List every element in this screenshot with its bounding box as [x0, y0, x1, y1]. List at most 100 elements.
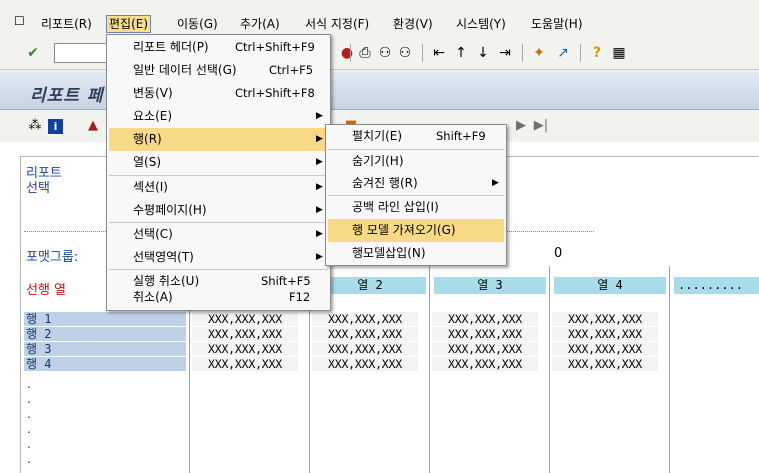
row-label[interactable]: 행 1 [24, 312, 186, 326]
menu-item-horizontal-page[interactable]: 수평페이지(H) ▶ [109, 199, 328, 222]
menu-item-label: 변동(V) [133, 86, 173, 100]
menu-system[interactable]: 시스템(Y) [454, 15, 508, 33]
table-cell[interactable]: XXX,XXX,XXX [312, 357, 418, 371]
menu-item-column[interactable]: 열(S) ▶ [109, 151, 328, 174]
menu-item-label: 숨겨진 행(R) [352, 176, 418, 190]
menu-item-label: 행(R) [133, 132, 162, 146]
column-header[interactable]: 열 3 [434, 277, 546, 294]
menu-item-shortcut: Shift+F9 [436, 129, 486, 143]
submenu-item-expand[interactable]: 펼치기(E) Shift+F9 [328, 125, 504, 148]
menu-item-label: 요소(E) [133, 109, 173, 123]
table-cell[interactable]: XXX,XXX,XXX [192, 312, 298, 326]
continuation-dot: . [27, 452, 31, 466]
menu-item-label: 열(S) [133, 155, 162, 169]
next-arrow-icon[interactable]: ▶ [512, 117, 530, 135]
menu-help[interactable]: 도움말(H) [529, 15, 585, 33]
page-title: 리포트 페 [30, 86, 104, 106]
menu-item-shortcut: Ctrl+Shift+F9 [235, 40, 315, 54]
submenu-item-insert-row-model[interactable]: 행모델삽입(N) [328, 242, 504, 265]
previous-page-icon[interactable]: ↑ [452, 44, 470, 62]
stamp-icon[interactable]: ▲ [84, 117, 102, 135]
row-label[interactable]: 행 4 [24, 357, 186, 371]
layout-menu-icon[interactable]: ▦ [610, 44, 628, 62]
menu-settings[interactable]: 환경(V) [391, 15, 435, 33]
menu-item-section[interactable]: 섹션(I) ▶ [109, 176, 328, 199]
table-cell[interactable]: XXX,XXX,XXX [312, 342, 418, 356]
info-icon[interactable]: i [48, 119, 63, 134]
submenu-arrow-icon: ▶ [316, 134, 323, 144]
submenu-arrow-icon: ▶ [316, 182, 323, 192]
menu-item-general-data-selection[interactable]: 일반 데이터 선택(G) Ctrl+F5 [109, 59, 328, 82]
continuation-dot: . [27, 437, 31, 451]
submenu-item-hidden-rows[interactable]: 숨겨진 행(R) ▶ [328, 172, 504, 195]
last-page-icon[interactable]: ⇥ [496, 44, 514, 62]
menu-item-element[interactable]: 요소(E) ▶ [109, 105, 328, 128]
menu-item-label: 숨기기(H) [352, 154, 404, 168]
format-group-label: 포맷그룹: [26, 250, 79, 265]
menu-item-shortcut: F12 [289, 290, 311, 304]
table-cell[interactable]: XXX,XXX,XXX [552, 327, 658, 341]
column-divider [429, 266, 430, 473]
table-cell[interactable]: XXX,XXX,XXX [432, 312, 538, 326]
menu-item-variation[interactable]: 변동(V) Ctrl+Shift+F8 [109, 82, 328, 105]
table-cell[interactable]: XXX,XXX,XXX [312, 312, 418, 326]
menu-item-shortcut: Ctrl+Shift+F8 [235, 86, 315, 100]
last-arrow-icon[interactable]: ▶| [532, 117, 550, 135]
next-page-icon[interactable]: ↓ [474, 44, 492, 62]
table-cell[interactable]: XXX,XXX,XXX [432, 342, 538, 356]
menu-item-cancel[interactable]: 취소(A) F12 [109, 286, 328, 309]
table-cell[interactable]: XXX,XXX,XXX [552, 342, 658, 356]
menu-format[interactable]: 서식 지정(F) [303, 15, 371, 33]
table-cell[interactable]: XXX,XXX,XXX [192, 327, 298, 341]
format-group-value: 0 [554, 246, 563, 261]
submenu-item-insert-blank-line[interactable]: 공백 라인 삽입(I) [328, 196, 504, 219]
system-menu-icon[interactable]: ☐ [14, 15, 27, 28]
menu-item-label: 취소(A) [133, 290, 173, 304]
print-icon[interactable]: ⎙ [356, 44, 374, 62]
find-next-icon[interactable]: ⚇ [396, 44, 414, 62]
submenu-item-get-row-model[interactable]: 행 모델 가져오기(G) [328, 219, 504, 242]
submenu-arrow-icon: ▶ [316, 229, 323, 239]
new-session-icon[interactable]: ✦ [530, 44, 548, 62]
column-header[interactable]: ......... [674, 277, 759, 294]
table-cell[interactable]: XXX,XXX,XXX [552, 357, 658, 371]
submenu-arrow-icon: ▶ [316, 205, 323, 215]
menu-item-label: 펼치기(E) [352, 129, 403, 143]
menu-goto[interactable]: 이동(G) [175, 15, 220, 33]
lead-column-label[interactable]: 선행 열 [26, 279, 66, 298]
table-cell[interactable]: XXX,XXX,XXX [552, 312, 658, 326]
first-page-icon[interactable]: ⇤ [430, 44, 448, 62]
column-header[interactable]: 열 4 [554, 277, 666, 294]
menu-item-label: 행모델삽입(N) [352, 246, 426, 260]
menu-item-label: 리포트 헤더(P) [133, 40, 209, 54]
menu-item-shortcut: Ctrl+F5 [269, 63, 314, 77]
table-cell[interactable]: XXX,XXX,XXX [192, 342, 298, 356]
shortcut-icon[interactable]: ↗ [554, 44, 572, 62]
help-icon[interactable]: ? [588, 44, 606, 62]
menu-item-row[interactable]: 행(R) ▶ [109, 128, 328, 151]
menu-extras[interactable]: 추가(A) [238, 15, 282, 33]
cancel-icon[interactable]: ● [338, 44, 356, 62]
row-submenu: 펼치기(E) Shift+F9 숨기기(H) 숨겨진 행(R) ▶ 공백 라인 … [325, 124, 507, 266]
row-label[interactable]: 행 2 [24, 327, 186, 341]
continuation-dot: . [27, 392, 31, 406]
hierarchy-icon[interactable]: ⁂ [26, 117, 44, 135]
row-label[interactable]: 행 3 [24, 342, 186, 356]
menu-item-select[interactable]: 선택(C) ▶ [109, 223, 328, 246]
submenu-arrow-icon: ▶ [316, 157, 323, 167]
menu-edit[interactable]: 편집(E) [106, 15, 152, 33]
command-field[interactable] [54, 43, 110, 63]
menu-report[interactable]: 리포트(R) [39, 15, 94, 33]
menu-item-report-header[interactable]: 리포트 헤더(P) Ctrl+Shift+F9 [109, 36, 328, 59]
menu-item-selection-area[interactable]: 선택영역(T) ▶ [109, 246, 328, 269]
table-cell[interactable]: XXX,XXX,XXX [312, 327, 418, 341]
table-cell[interactable]: XXX,XXX,XXX [432, 327, 538, 341]
submenu-item-hide[interactable]: 숨기기(H) [328, 150, 504, 173]
menu-item-label: 선택영역(T) [133, 250, 194, 264]
table-cell[interactable]: XXX,XXX,XXX [432, 357, 538, 371]
enter-check-icon[interactable]: ✔ [24, 44, 42, 62]
table-cell[interactable]: XXX,XXX,XXX [192, 357, 298, 371]
report-selection-label: 리포트 선택 [26, 166, 62, 196]
menu-item-label: 선택(C) [133, 227, 173, 241]
find-icon[interactable]: ⚇ [376, 44, 394, 62]
